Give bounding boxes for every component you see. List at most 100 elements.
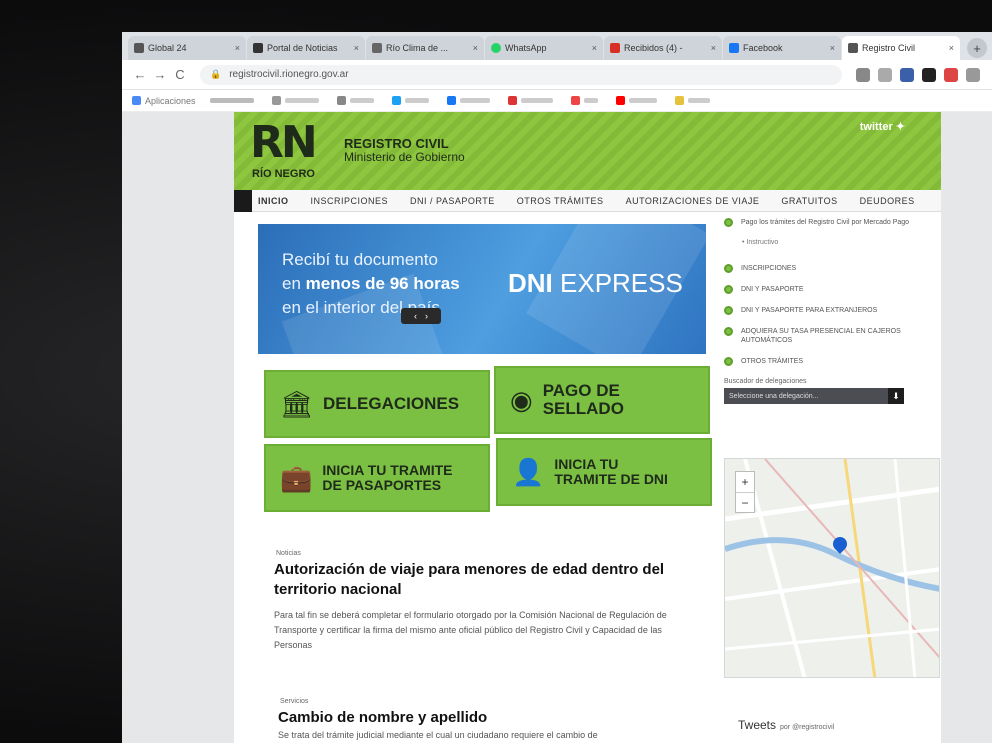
close-icon[interactable]: × — [830, 43, 835, 53]
dni-express-banner[interactable]: Recibí tu documento en menos de 96 horas… — [258, 224, 706, 354]
close-icon[interactable]: × — [235, 43, 240, 53]
extension-icon[interactable] — [944, 67, 958, 82]
nav-item-dni-pasaporte[interactable]: DNI / PASAPORTE — [410, 196, 495, 206]
close-icon[interactable]: × — [949, 43, 954, 53]
tab-portal-noticias[interactable]: Portal de Noticias × — [247, 36, 365, 60]
sidebar-item-cajeros[interactable]: ADQUIERA SU TASA PRESENCIAL EN CAJEROS A… — [724, 327, 934, 345]
arrow-down-icon[interactable]: ⬇ — [888, 388, 904, 404]
bookmark-item[interactable] — [507, 96, 557, 105]
zoom-in-button[interactable]: + — [736, 472, 754, 492]
close-icon[interactable]: × — [354, 43, 359, 53]
bookmark-item[interactable] — [615, 96, 661, 105]
tab-whatsapp[interactable]: WhatsApp × — [485, 36, 603, 60]
news-title[interactable]: Autorización de viaje para menores de ed… — [274, 560, 694, 600]
tile-pasaportes[interactable]: 💼 INICIA TU TRAMITE DE PASAPORTES — [264, 444, 490, 512]
favicon-icon — [848, 43, 858, 53]
extension-icon[interactable] — [922, 67, 936, 82]
bookmark-icon — [570, 96, 580, 105]
sidebar-subitem-instructivo[interactable]: • Instructivo — [742, 239, 934, 246]
bookmarks-bar: Aplicaciones — [122, 90, 992, 112]
nav-item-autorizaciones[interactable]: AUTORIZACIONES DE VIAJE — [626, 196, 760, 206]
tab-gmail[interactable]: Recibidos (4) - × — [604, 36, 722, 60]
star-icon[interactable] — [878, 67, 892, 82]
news-body: Para tal fin se deberá completar el form… — [274, 610, 667, 650]
browser-window: Global 24 × Portal de Noticias × Río Clima… — [122, 32, 992, 743]
bookmark-item[interactable] — [674, 96, 714, 105]
bookmark-label: Aplicaciones — [145, 95, 196, 106]
news-kicker: Noticias — [276, 550, 301, 557]
sidebar-item-label: Pago los trámites del Registro Civil por… — [741, 219, 910, 226]
nav-item-otros-tramites[interactable]: OTROS TRÁMITES — [517, 196, 604, 206]
menu-icon[interactable] — [966, 67, 980, 82]
site-logo[interactable]: RN — [250, 120, 318, 166]
tile-dni[interactable]: 👤 INICIA TU TRAMITE DE DNI — [496, 438, 712, 506]
bookmark-item[interactable] — [446, 96, 494, 105]
address-bar: ← → C 🔒 registrocivil.rionegro.gov.ar — [122, 60, 992, 90]
tile-pago-sellado[interactable]: ◉ PAGO DE SELLADO — [494, 366, 710, 434]
bookmark-item[interactable] — [271, 96, 323, 105]
nav-item-inicio[interactable]: INICIO — [258, 196, 289, 206]
youtube-icon — [615, 96, 625, 105]
sidebar-item-inscripciones[interactable]: INSCRIPCIONES — [724, 264, 934, 273]
bookmark-item[interactable] — [209, 98, 258, 103]
bookmark-apps[interactable]: Aplicaciones — [132, 96, 196, 106]
carousel-controls: ‹ › — [401, 308, 441, 324]
tab-label: Facebook — [743, 43, 783, 53]
tab-bar: Global 24 × Portal de Noticias × Río Clima… — [122, 32, 992, 60]
chevron-left-icon[interactable]: ‹ — [414, 311, 417, 321]
bookmark-icon — [209, 98, 254, 103]
banner-brand-express: EXPRESS — [552, 268, 683, 298]
sidebar-item-label: INSCRIPCIONES — [741, 265, 797, 272]
map-roads — [725, 459, 939, 677]
bookmark-item[interactable] — [570, 96, 602, 105]
tile-delegaciones[interactable]: 🏛 DELEGACIONES — [264, 370, 490, 438]
sidebar-item-mercado-pago[interactable]: Pago los trámites del Registro Civil por… — [724, 218, 934, 227]
bookmark-item[interactable] — [391, 96, 433, 105]
nav-item-gratuitos[interactable]: GRATUITOS — [781, 196, 837, 206]
sidebar-item-label: DNI Y PASAPORTE PARA EXTRANJEROS — [741, 307, 878, 314]
bookmark-icon — [507, 96, 517, 105]
bookmark-item[interactable] — [336, 96, 378, 105]
sidebar-item-extranjeros[interactable]: DNI Y PASAPORTE PARA EXTRANJEROS — [724, 306, 934, 315]
reload-button[interactable]: C — [170, 67, 190, 82]
chevron-right-icon[interactable]: › — [425, 311, 428, 321]
sidebar-item-dni-pasaporte[interactable]: DNI Y PASAPORTE — [724, 285, 934, 294]
close-icon[interactable]: × — [473, 43, 478, 53]
institution-icon: 🏛 — [280, 388, 314, 419]
bookmark-icon — [349, 98, 374, 103]
bookmark-icon — [271, 96, 281, 105]
bookmark-icon — [404, 98, 429, 103]
print-icon[interactable] — [900, 67, 914, 82]
forward-button[interactable]: → — [150, 67, 170, 82]
delegacion-select[interactable]: Seleccione una delegación... ⬇ — [724, 388, 904, 404]
tab-label: Registro Civil — [862, 43, 916, 53]
new-tab-button[interactable]: + — [967, 38, 987, 58]
tab-registro-civil[interactable]: Registro Civil × — [842, 36, 960, 60]
zoom-out-button[interactable]: − — [736, 492, 754, 513]
twitter-icon — [391, 96, 401, 105]
tweets-header: Tweets por @registrocivil — [738, 718, 834, 732]
news-title[interactable]: Cambio de nombre y apellido — [278, 708, 698, 728]
delegaciones-map[interactable]: + − — [724, 458, 940, 678]
tab-label: Recibidos (4) - — [624, 43, 683, 53]
site-title: REGISTRO CIVIL — [344, 136, 449, 151]
nav-item-inscripciones[interactable]: INSCRIPCIONES — [311, 196, 389, 206]
tab-global24[interactable]: Global 24 × — [128, 36, 246, 60]
back-button[interactable]: ← — [130, 67, 150, 82]
banner-brand-dni: DNI — [508, 268, 553, 298]
favicon-icon — [134, 43, 144, 53]
tab-facebook[interactable]: Facebook × — [723, 36, 841, 60]
map-zoom-control: + − — [735, 471, 755, 513]
nav-item-deudores[interactable]: DEUDORES — [860, 196, 915, 206]
sidebar-item-otros-tramites[interactable]: OTROS TRÁMITES — [724, 357, 934, 366]
extension-icon[interactable] — [856, 67, 870, 82]
banner-brand: DNI EXPRESS — [508, 268, 683, 299]
tweets-by[interactable]: por @registrocivil — [780, 724, 834, 731]
close-icon[interactable]: × — [711, 43, 716, 53]
close-icon[interactable]: × — [592, 43, 597, 53]
favicon-icon — [253, 43, 263, 53]
tab-rio-clima[interactable]: Río Clima de ... × — [366, 36, 484, 60]
twitter-link[interactable]: twitter ✦ — [860, 120, 905, 133]
bookmark-icon — [687, 98, 710, 103]
url-input[interactable]: 🔒 registrocivil.rionegro.gov.ar — [200, 64, 842, 85]
